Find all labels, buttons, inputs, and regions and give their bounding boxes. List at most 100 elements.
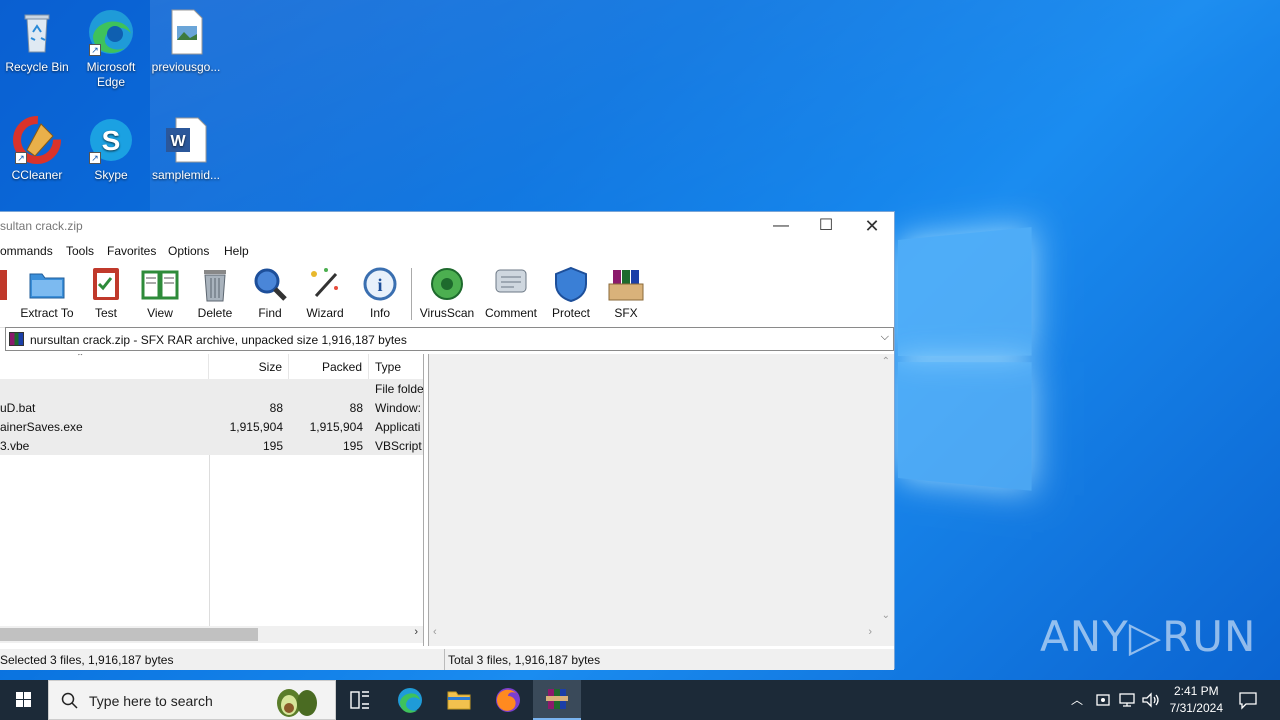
network-icon[interactable] (1118, 691, 1136, 709)
sort-arrow-icon: ⌃ (76, 354, 85, 363)
start-button[interactable] (0, 680, 48, 720)
table-row[interactable]: uD.bat 88 88 Window: (0, 398, 423, 417)
info-pane: ⌃ ⌄ ‹ › (428, 354, 894, 646)
address-bar[interactable]: nursultan crack.zip - SFX RAR archive, u… (5, 327, 894, 351)
virusscan-button[interactable]: VirusScan (417, 266, 477, 320)
chevron-up-icon[interactable]: ︿ (1071, 691, 1083, 708)
column-header-packed[interactable]: Packed (289, 354, 369, 379)
menu-options[interactable]: Options (168, 244, 209, 258)
anyrun-watermark: ANY▷RUN (1040, 612, 1257, 661)
task-view-icon (350, 691, 369, 709)
delete-button[interactable]: Delete (185, 266, 245, 320)
title-bar[interactable]: sultan crack.zip — ☐ ✕ (0, 212, 894, 240)
wizard-button[interactable]: Wizard (295, 266, 355, 320)
image-file-icon (162, 8, 210, 56)
file-list[interactable]: ⌃ Size Packed Type File folde uD.bat 88 … (0, 354, 424, 646)
clock[interactable]: 2:41 PM 7/31/2024 (1170, 683, 1223, 717)
add-icon-partial[interactable] (0, 270, 7, 300)
close-button[interactable]: ✕ (849, 212, 895, 240)
desktop-icon-ccleaner[interactable]: ↗ CCleaner (0, 116, 74, 183)
taskbar-winrar[interactable] (533, 680, 581, 720)
notification-icon[interactable] (1238, 690, 1258, 710)
sfx-button[interactable]: SFX (596, 266, 656, 320)
minimize-button[interactable]: — (758, 212, 804, 240)
menu-commands[interactable]: ommands (0, 244, 53, 258)
table-row[interactable]: 3.vbe 195 195 VBScript (0, 436, 423, 455)
desktop-icon-recycle-bin[interactable]: Recycle Bin (0, 8, 74, 75)
table-row[interactable]: ainerSaves.exe 1,915,904 1,915,904 Appli… (0, 417, 423, 436)
taskbar: Type here to search ︿ 2:41 PM 7/31/2024 (0, 680, 1280, 720)
magnifier-icon (251, 266, 289, 302)
device-icon[interactable] (1094, 691, 1112, 709)
find-button[interactable]: Find (240, 266, 300, 320)
desktop-icon-previousgo[interactable]: previousgo... (149, 8, 223, 75)
maximize-button[interactable]: ☐ (803, 212, 849, 240)
scroll-left-icon[interactable]: ‹ (433, 626, 437, 638)
desktop-icon-label: CCleaner (11, 168, 63, 182)
scrollbar-thumb[interactable] (0, 628, 258, 641)
desktop-icon-label: previousgo... (151, 60, 221, 74)
virus-icon (428, 266, 466, 302)
status-total: Total 3 files, 1,916,187 bytes (448, 653, 601, 667)
windows-logo-wallpaper (898, 227, 1034, 493)
scroll-down-icon[interactable]: ⌄ (882, 610, 890, 621)
desktop-icon-label: samplemid... (151, 168, 221, 182)
info-button[interactable]: i Info (350, 266, 410, 320)
edge-icon: ↗ (87, 8, 135, 56)
desktop-icon-label: Microsoft Edge (86, 60, 136, 89)
horizontal-scrollbar[interactable]: › (0, 626, 423, 643)
view-button[interactable]: View (130, 266, 190, 320)
protect-button[interactable]: Protect (541, 266, 601, 320)
trash-icon (196, 266, 234, 302)
book-icon (141, 266, 179, 302)
scroll-right-icon[interactable]: › (868, 626, 872, 638)
column-header-name[interactable]: ⌃ (0, 354, 209, 379)
menu-favorites[interactable]: Favorites (107, 244, 156, 258)
scroll-up-icon[interactable]: ⌃ (882, 356, 890, 367)
toolbar-separator (411, 268, 412, 320)
wand-icon (306, 266, 344, 302)
windows-start-icon (16, 692, 31, 707)
winrar-icon (546, 689, 568, 709)
test-button[interactable]: Test (76, 266, 136, 320)
word-document-icon: W (162, 116, 210, 164)
svg-text:i: i (377, 275, 382, 295)
svg-text:S: S (102, 125, 121, 156)
skype-icon: S ↗ (87, 116, 135, 164)
extract-to-button[interactable]: Extract To (17, 266, 77, 320)
desktop-icon-samplemid[interactable]: W samplemid... (149, 116, 223, 183)
desktop-icon-edge[interactable]: ↗ Microsoft Edge (74, 8, 148, 90)
ccleaner-icon: ↗ (13, 116, 61, 164)
menu-tools[interactable]: Tools (66, 244, 94, 258)
chevron-down-icon[interactable]: ⌵ (881, 331, 889, 344)
search-placeholder: Type here to search (89, 693, 213, 709)
comment-icon (492, 266, 530, 302)
menu-help[interactable]: Help (224, 244, 249, 258)
volume-icon[interactable] (1141, 691, 1161, 709)
firefox-icon (496, 688, 520, 712)
svg-text:W: W (170, 133, 186, 150)
menu-bar: ommands Tools Favorites Options Help (0, 240, 894, 262)
table-row[interactable]: File folde (0, 379, 423, 398)
clock-date: 7/31/2024 (1169, 701, 1223, 715)
winrar-window[interactable]: sultan crack.zip — ☐ ✕ ommands Tools Fav… (0, 211, 895, 670)
taskbar-firefox[interactable] (484, 680, 532, 720)
taskbar-edge[interactable] (386, 680, 434, 720)
task-view-button[interactable] (336, 680, 384, 720)
shield-icon (552, 266, 590, 303)
rar-archive-icon (9, 332, 24, 346)
taskbar-file-explorer[interactable] (435, 680, 483, 720)
edge-icon (398, 688, 422, 713)
clipboard-check-icon (87, 266, 125, 302)
clock-time: 2:41 PM (1173, 684, 1219, 698)
search-icon (61, 692, 78, 709)
status-bar: Selected 3 files, 1,916,187 bytes Total … (0, 649, 894, 670)
folder-icon (447, 691, 471, 710)
desktop-icon-skype[interactable]: S ↗ Skype (74, 116, 148, 183)
status-selected: Selected 3 files, 1,916,187 bytes (0, 653, 174, 667)
search-box[interactable]: Type here to search (48, 680, 336, 720)
comment-button[interactable]: Comment (481, 266, 541, 320)
scroll-right-icon[interactable]: › (414, 626, 418, 638)
column-header-size[interactable]: Size (209, 354, 289, 379)
column-header-type[interactable]: Type (369, 354, 423, 379)
